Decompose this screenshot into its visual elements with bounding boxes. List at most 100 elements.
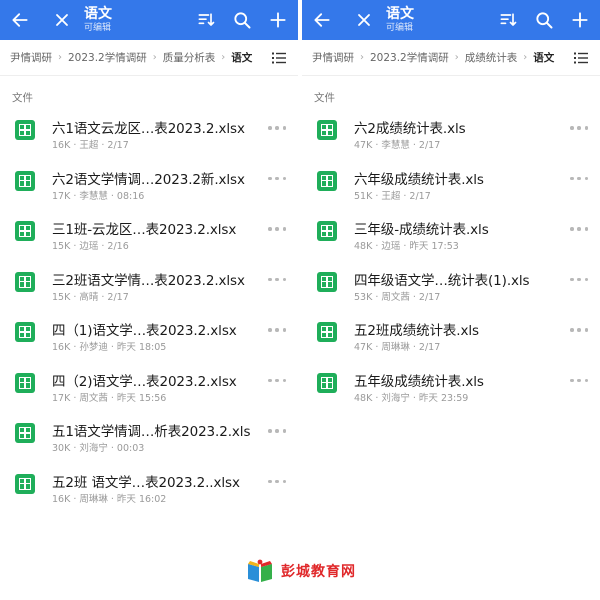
breadcrumb-item[interactable]: 成绩统计表 xyxy=(465,50,518,65)
file-row[interactable]: 六年级成绩统计表.xls 51K · 王超 · 2/17 xyxy=(302,165,600,216)
more-horizontal-icon[interactable] xyxy=(268,277,286,284)
section-label: 文件 xyxy=(314,92,335,104)
file-meta: 51K · 王超 · 2/17 xyxy=(354,190,431,202)
spreadsheet-icon xyxy=(15,170,35,191)
more-horizontal-icon[interactable] xyxy=(268,227,286,233)
list-view-icon[interactable] xyxy=(574,52,588,64)
add-button[interactable] xyxy=(562,0,598,40)
more-horizontal-icon[interactable] xyxy=(570,176,588,183)
chevron-right-icon: › xyxy=(523,52,528,63)
spreadsheet-icon xyxy=(317,120,337,140)
file-name: 四年级语文学…统计表(1).xls xyxy=(354,272,530,289)
file-row[interactable]: 六2语文学情调…2023.2新.xlsx 17K · 李慧慧 · 08:16 xyxy=(0,165,298,216)
breadcrumb-item[interactable]: 2023.2学情调研 xyxy=(68,50,147,65)
file-row[interactable]: 三年级-成绩统计表.xls 48K · 边瑶 · 昨天 17:53 xyxy=(302,215,600,266)
file-row[interactable]: 四（2)语文学…表2023.2.xlsx 17K · 周文茜 · 昨天 15:5… xyxy=(0,367,298,418)
folder-title-block: 语文 可编辑 xyxy=(386,7,414,33)
breadcrumb-current: 语文 xyxy=(533,52,555,64)
more-horizontal-icon[interactable] xyxy=(268,479,286,486)
file-meta: 48K · 边瑶 · 昨天 17:53 xyxy=(354,241,459,252)
file-name: 五1语文学情调…析表2023.2.xls xyxy=(52,424,251,440)
spreadsheet-icon xyxy=(317,271,337,292)
file-meta: 16K · 孙梦迪 · 昨天 18:05 xyxy=(52,342,167,353)
spreadsheet-icon xyxy=(317,221,337,241)
search-button[interactable] xyxy=(224,0,260,40)
file-name: 四（2)语文学…表2023.2.xlsx xyxy=(52,373,237,390)
add-button[interactable] xyxy=(260,0,296,40)
breadcrumb-current: 语文 xyxy=(231,52,253,64)
sort-button[interactable] xyxy=(188,0,224,40)
file-meta: 17K · 李慧慧 · 08:16 xyxy=(52,190,145,202)
file-meta: 47K · 李慧慧 · 2/17 xyxy=(354,140,441,151)
file-meta: 17K · 周文茜 · 昨天 15:56 xyxy=(52,392,167,404)
folder-title: 语文 xyxy=(386,6,414,22)
spreadsheet-icon xyxy=(15,120,35,140)
more-horizontal-icon[interactable] xyxy=(268,429,286,435)
file-row[interactable]: 四（1)语文学…表2023.2.xlsx 16K · 孙梦迪 · 昨天 18:0… xyxy=(0,316,298,367)
breadcrumb-item[interactable]: 尹情调研 xyxy=(10,50,52,65)
folder-permission: 可编辑 xyxy=(386,23,414,33)
more-horizontal-icon[interactable] xyxy=(268,328,286,334)
file-row[interactable]: 五2班成绩统计表.xls 47K · 周琳琳 · 2/17 xyxy=(302,316,600,367)
file-meta: 48K · 刘海宁 · 昨天 23:59 xyxy=(354,392,469,404)
breadcrumb-item[interactable]: 2023.2学情调研 xyxy=(370,50,449,65)
back-button[interactable] xyxy=(304,0,340,40)
search-icon xyxy=(234,12,251,29)
file-name: 六年级成绩统计表.xls xyxy=(354,171,484,188)
folder-permission: 可编辑 xyxy=(84,23,112,33)
close-icon xyxy=(358,14,370,26)
sort-icon xyxy=(198,13,215,26)
file-meta: 16K · 周琳琳 · 昨天 16:02 xyxy=(52,493,167,505)
top-app-bar: 语文 可编辑 xyxy=(0,0,298,40)
more-horizontal-icon[interactable] xyxy=(570,328,588,334)
arrow-left-icon xyxy=(12,13,28,27)
file-name: 六2成绩统计表.xls xyxy=(354,121,466,137)
more-horizontal-icon[interactable] xyxy=(570,227,588,233)
more-horizontal-icon[interactable] xyxy=(570,378,588,385)
watermark-text: 彭城教育网 xyxy=(281,564,356,580)
file-row[interactable]: 四年级语文学…统计表(1).xls 53K · 周文茜 · 2/17 xyxy=(302,266,600,317)
spreadsheet-icon xyxy=(317,170,337,191)
spreadsheet-icon xyxy=(15,322,35,342)
search-button[interactable] xyxy=(526,0,562,40)
file-row[interactable]: 三1班-云龙区…表2023.2.xlsx 15K · 边瑶 · 2/16 xyxy=(0,215,298,266)
more-horizontal-icon[interactable] xyxy=(570,126,588,132)
file-list: 六1语文云龙区…表2023.2.xlsx 16K · 王超 · 2/17 六2语… xyxy=(0,114,298,510)
chevron-right-icon: › xyxy=(454,52,459,63)
file-meta: 53K · 周文茜 · 2/17 xyxy=(354,291,441,303)
right-pane: 语文 可编辑 尹情调研 › 2023.2学情调研 › 成绩统计表 › 语文 文件… xyxy=(302,0,600,510)
more-horizontal-icon[interactable] xyxy=(570,277,588,284)
file-row[interactable]: 五2班 语文学…表2023.2..xlsx 16K · 周琳琳 · 昨天 16:… xyxy=(0,468,298,511)
more-horizontal-icon[interactable] xyxy=(268,378,286,385)
breadcrumb-item[interactable]: 质量分析表 xyxy=(163,50,216,65)
folder-title-block: 语文 可编辑 xyxy=(84,7,112,33)
spreadsheet-icon xyxy=(15,221,35,241)
breadcrumb: 尹情调研 › 2023.2学情调研 › 成绩统计表 › 语文 xyxy=(302,40,600,76)
site-watermark: 彭城教育网 xyxy=(245,558,356,584)
more-horizontal-icon[interactable] xyxy=(268,126,286,132)
chevron-right-icon: › xyxy=(152,52,157,63)
file-name: 六1语文云龙区…表2023.2.xlsx xyxy=(52,121,245,137)
file-name: 三年级-成绩统计表.xls xyxy=(354,222,489,238)
file-row[interactable]: 六1语文云龙区…表2023.2.xlsx 16K · 王超 · 2/17 xyxy=(0,114,298,165)
close-button[interactable] xyxy=(44,0,80,40)
file-name: 四（1)语文学…表2023.2.xlsx xyxy=(52,323,237,339)
file-row[interactable]: 五1语文学情调…析表2023.2.xls 30K · 刘海宁 · 00:03 xyxy=(0,417,298,468)
file-name: 六2语文学情调…2023.2新.xlsx xyxy=(52,171,245,188)
file-row[interactable]: 五年级成绩统计表.xls 48K · 刘海宁 · 昨天 23:59 xyxy=(302,367,600,418)
book-logo-icon xyxy=(248,559,272,582)
chevron-right-icon: › xyxy=(221,52,226,63)
breadcrumb-item[interactable]: 尹情调研 xyxy=(312,50,354,65)
back-button[interactable] xyxy=(2,0,38,40)
file-row[interactable]: 三2班语文学情…表2023.2.xlsx 15K · 高晴 · 2/17 xyxy=(0,266,298,317)
arrow-left-icon xyxy=(314,13,330,27)
spreadsheet-icon xyxy=(15,473,35,494)
close-button[interactable] xyxy=(346,0,382,40)
list-view-icon[interactable] xyxy=(272,52,286,64)
search-icon xyxy=(536,12,553,29)
file-row[interactable]: 六2成绩统计表.xls 47K · 李慧慧 · 2/17 xyxy=(302,114,600,165)
spreadsheet-icon xyxy=(15,372,35,393)
sort-button[interactable] xyxy=(490,0,526,40)
more-horizontal-icon[interactable] xyxy=(268,176,286,183)
screen: 语文 可编辑 尹情调研 › 2023.2学情调研 › 质量分析表 › 语文 文件… xyxy=(0,0,600,600)
